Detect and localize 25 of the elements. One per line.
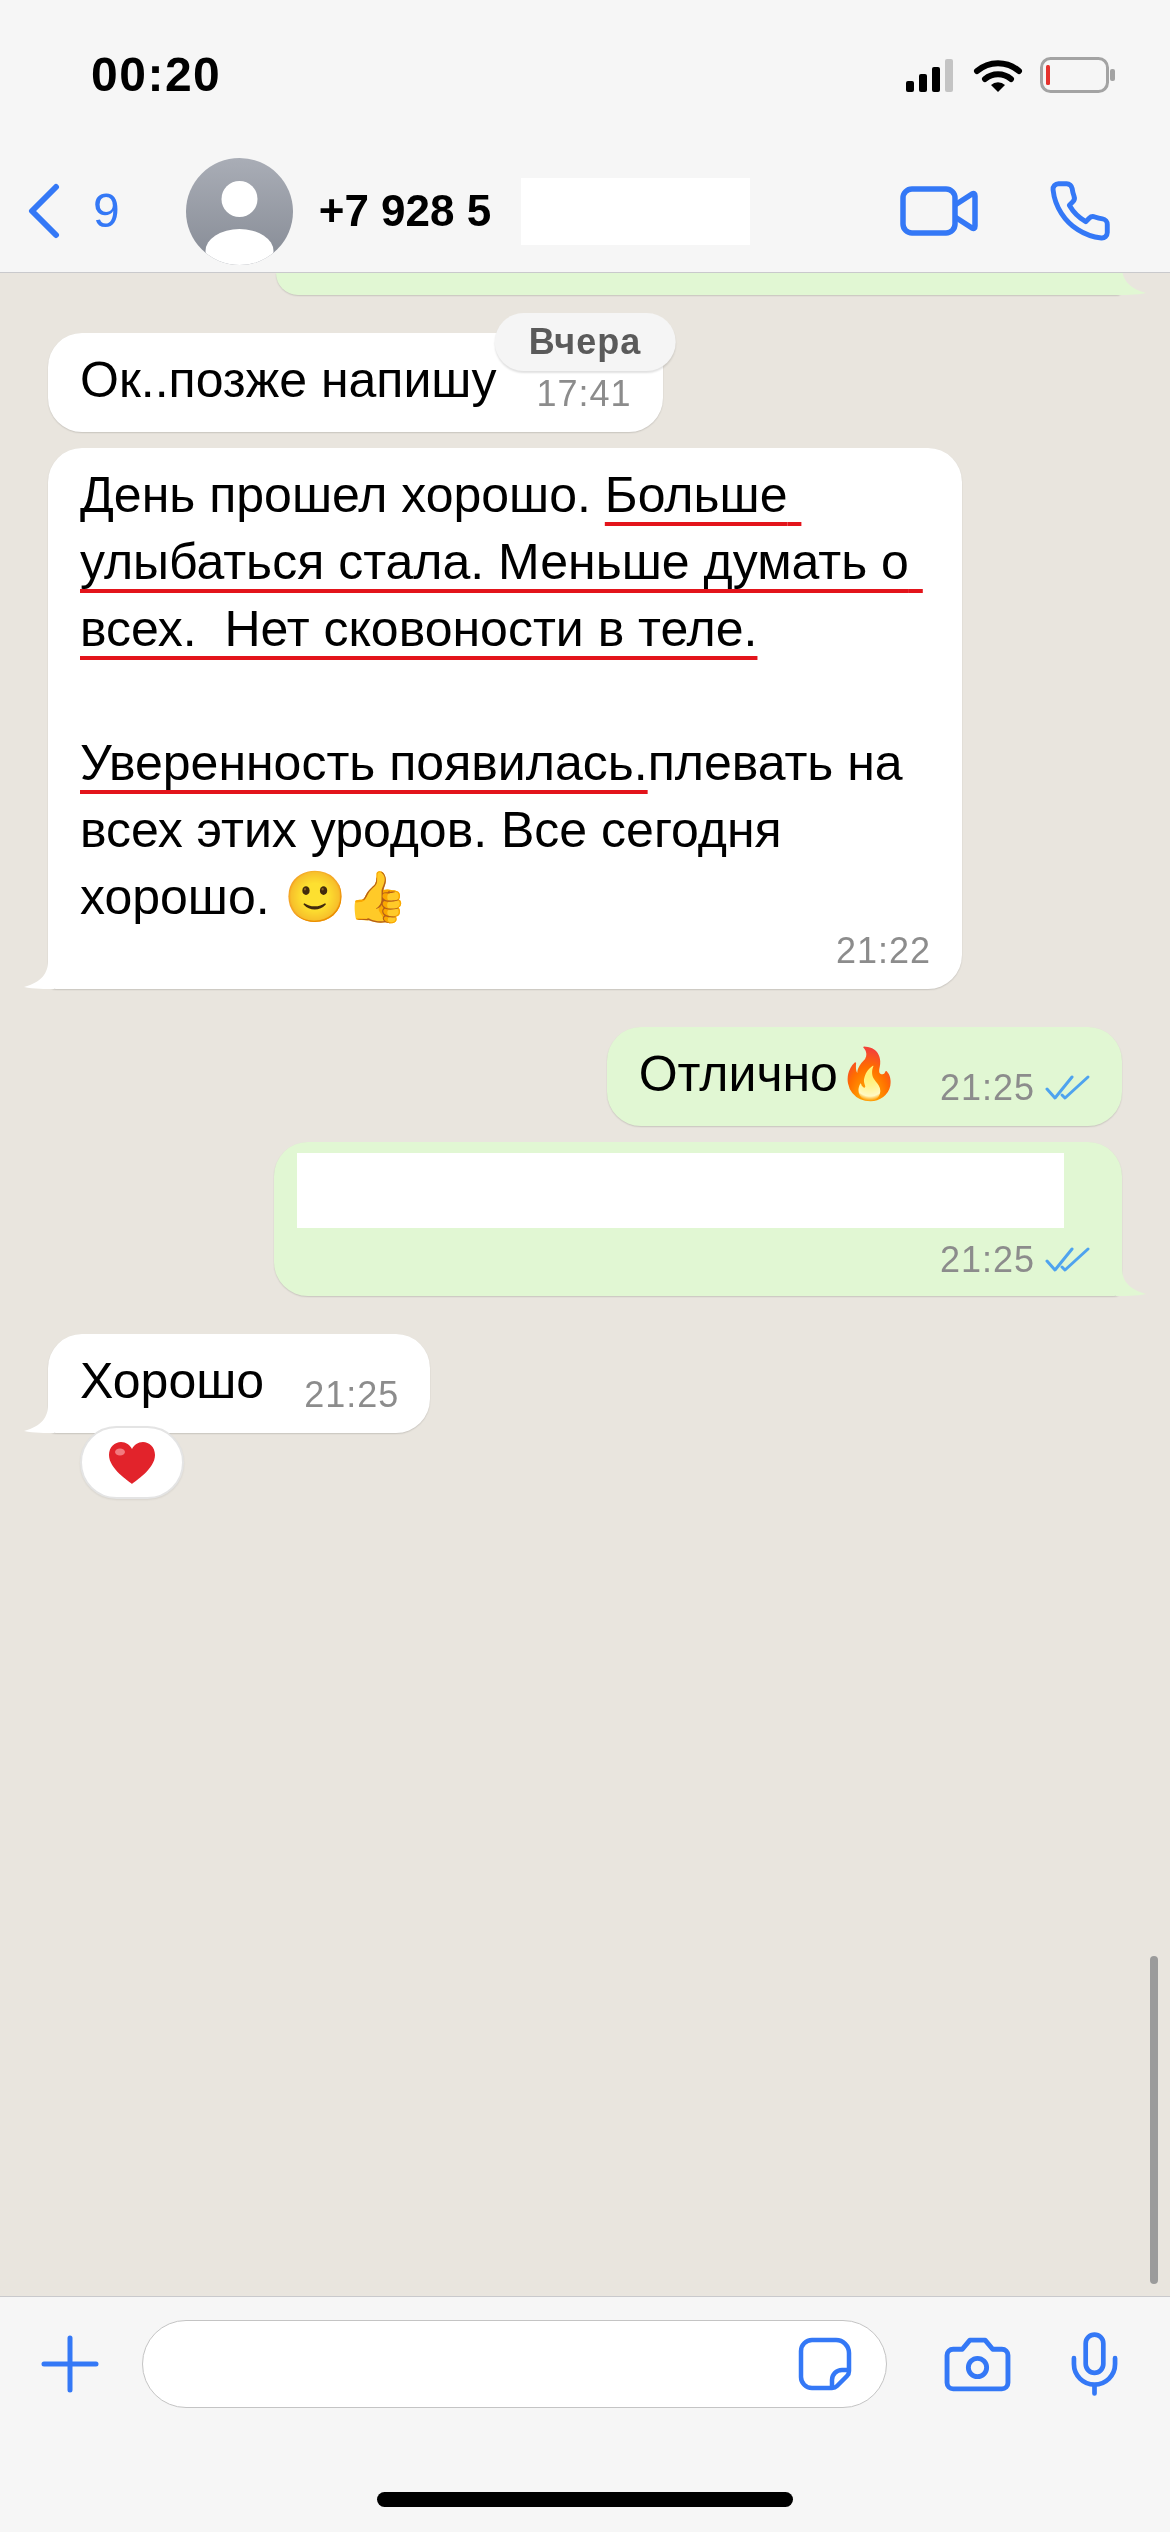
camera-icon[interactable]: [944, 2335, 1011, 2393]
signal-icon: [906, 58, 956, 92]
contact-name[interactable]: +7 928 5: [318, 186, 492, 236]
wifi-icon: [973, 57, 1023, 93]
message-time: 17:41: [536, 374, 632, 414]
message-time: 21:25: [939, 1068, 1035, 1108]
sticker-icon[interactable]: [798, 2337, 852, 2391]
message-time: 21:25: [939, 1240, 1035, 1280]
bubble-tail: [1116, 273, 1146, 295]
back-button[interactable]: 9: [28, 183, 120, 239]
avatar-icon[interactable]: [185, 157, 293, 265]
date-chip: Вчера: [494, 313, 676, 371]
message-text: Ок..позже напишу: [80, 351, 497, 410]
message-text: День прошел хорошо. Больше улыбаться стала. Меньше думать о всех. Нет сковоности в теле. Уверенность появилась.плевать на всех этих уродов. Все сегодня хорошо. 🙂👍: [80, 466, 910, 927]
message-time: 21:22: [835, 931, 931, 971]
message-time: 21:25: [304, 1375, 400, 1415]
microphone-icon[interactable]: [1071, 2331, 1118, 2397]
message-text: Хорошо: [80, 1352, 265, 1411]
phone-icon[interactable]: [1050, 181, 1110, 241]
plus-icon[interactable]: [41, 2335, 99, 2393]
status-time: 00:20: [91, 51, 222, 99]
message-text: Отлично🔥: [638, 1045, 900, 1104]
video-camera-icon[interactable]: [900, 186, 978, 236]
battery-icon: [1040, 57, 1116, 93]
chevron-left-icon[interactable]: [28, 183, 60, 239]
